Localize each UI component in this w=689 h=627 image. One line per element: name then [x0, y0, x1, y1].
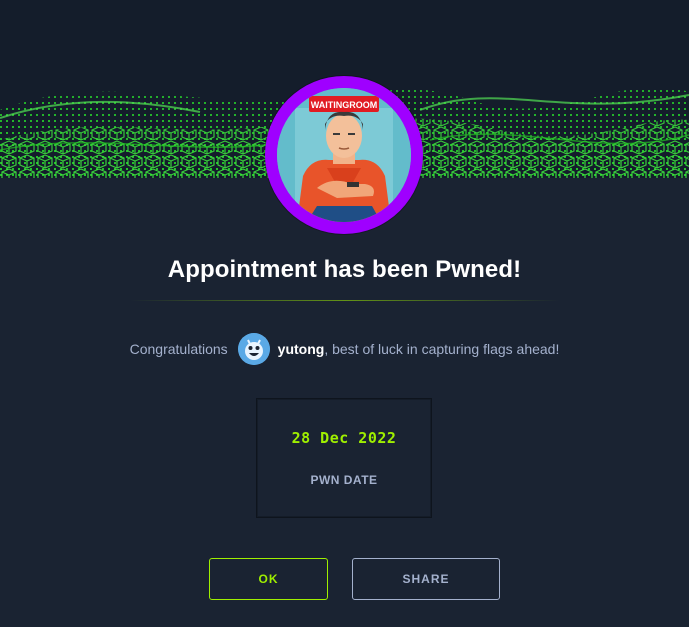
share-button[interactable]: SHARE — [352, 558, 500, 600]
badge-artwork: WAITINGROOM — [277, 88, 411, 222]
user-avatar-icon[interactable] — [237, 333, 270, 365]
ok-button[interactable]: OK — [209, 558, 328, 600]
congrats-suffix: , best of luck in capturing flags ahead! — [324, 341, 560, 357]
pwn-date-label: PWN DATE — [310, 473, 378, 487]
congratulations-message: Congratulations yutong, best of luck in … — [0, 332, 689, 366]
waiting-room-sign: WAITINGROOM — [311, 100, 378, 110]
congrats-prefix: Congratulations — [129, 341, 228, 357]
title-divider — [130, 300, 560, 301]
page-title: Appointment has been Pwned! — [167, 256, 522, 283]
pwn-date-value: 28 Dec 2022 — [291, 429, 397, 447]
waiting-man-illustration: WAITINGROOM — [277, 88, 411, 222]
pwn-date-card: 28 Dec 2022 PWN DATE — [256, 398, 432, 518]
username-link[interactable]: yutong — [278, 341, 325, 357]
machine-badge: WAITINGROOM — [265, 76, 423, 234]
